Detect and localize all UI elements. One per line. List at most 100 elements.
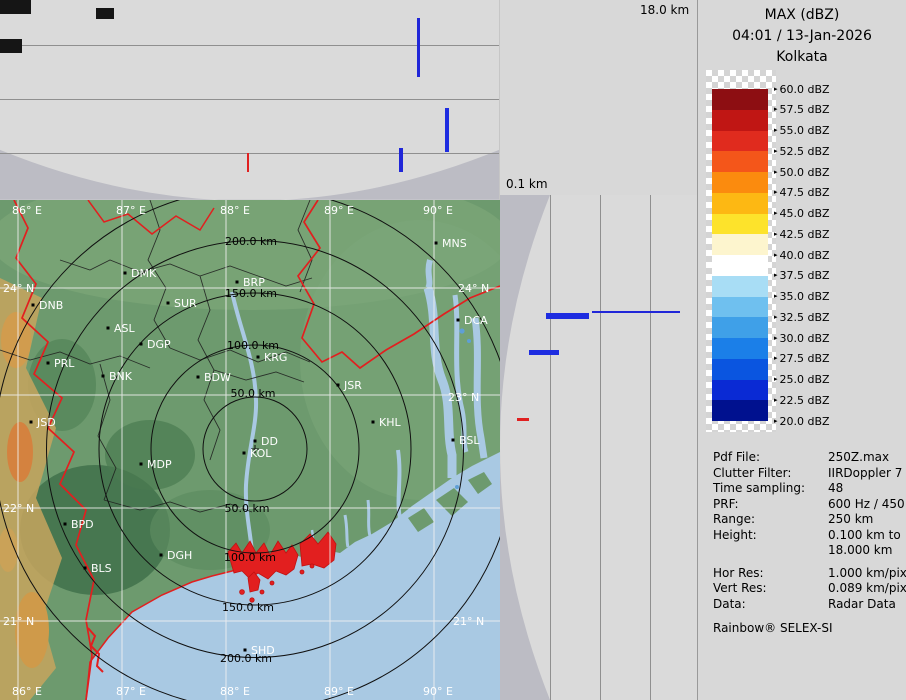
map-canvas: 200.0 km150.0 km100.0 km50.0 km50.0 km10… bbox=[0, 200, 500, 700]
scale-label: ▸55.0 dBZ bbox=[774, 124, 830, 137]
side-height-profile-view[interactable] bbox=[500, 195, 697, 700]
scan-info-block: Pdf File:250Z.maxClutter Filter:IIRDoppl… bbox=[713, 450, 903, 637]
product-title: MAX (dBZ) bbox=[698, 5, 906, 26]
station-dot bbox=[254, 440, 257, 443]
top-height-profile-view[interactable] bbox=[0, 0, 500, 200]
station-dot bbox=[30, 421, 33, 424]
station-dot bbox=[84, 567, 87, 570]
scale-tick-arrow-icon: ▸ bbox=[774, 103, 778, 116]
longitude-label: 90° E bbox=[423, 204, 453, 217]
scale-tick-arrow-icon: ▸ bbox=[774, 269, 778, 282]
scale-tick-arrow-icon: ▸ bbox=[774, 249, 778, 262]
echo-mark-top bbox=[399, 148, 403, 172]
info-label: Range: bbox=[713, 512, 828, 528]
longitude-label: 88° E bbox=[220, 204, 250, 217]
height-gridline bbox=[0, 153, 499, 154]
scale-label: ▸42.5 dBZ bbox=[774, 228, 830, 241]
scale-color-cell bbox=[712, 276, 768, 297]
height-gridline bbox=[0, 45, 499, 46]
latitude-label: 23° N bbox=[448, 391, 479, 404]
info-label: Hor Res: bbox=[713, 566, 828, 582]
latitude-label: 22° N bbox=[3, 502, 34, 515]
station-dot bbox=[124, 272, 127, 275]
echo-mark-side bbox=[529, 350, 559, 355]
latitude-label: 24° N bbox=[3, 282, 34, 295]
scale-color-cell bbox=[712, 234, 768, 255]
beam-coverage-wedge-top bbox=[0, 0, 499, 200]
info-label: Data: bbox=[713, 597, 828, 613]
latitude-label: 21° N bbox=[453, 615, 484, 628]
station-label: SUR bbox=[174, 297, 197, 310]
scale-color-cell bbox=[712, 359, 768, 380]
scale-label: ▸22.5 dBZ bbox=[774, 394, 830, 407]
info-label bbox=[713, 543, 828, 559]
station-dot bbox=[102, 375, 105, 378]
info-row: Clutter Filter:IIRDoppler 7 bbox=[713, 466, 903, 482]
height-gridline bbox=[600, 195, 601, 700]
info-value: 1.000 km/pixel bbox=[828, 566, 906, 582]
station-dot bbox=[337, 384, 340, 387]
station-dot bbox=[47, 362, 50, 365]
radar-app-window: 18.0 km 0.1 km bbox=[0, 0, 906, 700]
station-dot bbox=[64, 523, 67, 526]
longitude-label: 86° E bbox=[12, 204, 42, 217]
scale-label: ▸27.5 dBZ bbox=[774, 352, 830, 365]
info-value: 0.089 km/pixel bbox=[828, 581, 906, 597]
corner-label-box bbox=[0, 0, 31, 14]
station-label: BDW bbox=[204, 371, 231, 384]
info-value: 18.000 km bbox=[828, 543, 892, 559]
info-row: Pdf File:250Z.max bbox=[713, 450, 903, 466]
dbz-color-scale bbox=[712, 89, 768, 421]
scale-color-cell bbox=[712, 193, 768, 214]
info-label: PRF: bbox=[713, 497, 828, 513]
longitude-label: 89° E bbox=[324, 204, 354, 217]
echo-mark-top bbox=[445, 108, 449, 152]
info-label: Vert Res: bbox=[713, 581, 828, 597]
station-dot bbox=[107, 327, 110, 330]
scale-color-cell bbox=[712, 151, 768, 172]
longitude-label: 90° E bbox=[423, 685, 453, 698]
station-dot bbox=[140, 343, 143, 346]
station-dot bbox=[244, 649, 247, 652]
station-label: DMK bbox=[131, 267, 157, 280]
scale-tick-arrow-icon: ▸ bbox=[774, 83, 778, 96]
info-row: Vert Res:0.089 km/pixel bbox=[713, 581, 903, 597]
station-dot bbox=[452, 439, 455, 442]
station-label: BLS bbox=[91, 562, 112, 575]
datetime-label: 04:01 / 13-Jan-2026 bbox=[698, 26, 906, 47]
station-label: MDP bbox=[147, 458, 172, 471]
scale-color-cell bbox=[712, 297, 768, 318]
site-label: Kolkata bbox=[698, 47, 906, 68]
scale-label: ▸20.0 dBZ bbox=[774, 415, 830, 428]
scale-label: ▸32.5 dBZ bbox=[774, 311, 830, 324]
scale-tick-arrow-icon: ▸ bbox=[774, 290, 778, 303]
scale-color-cell bbox=[712, 89, 768, 110]
scale-tick-arrow-icon: ▸ bbox=[774, 394, 778, 407]
info-row: Data:Radar Data bbox=[713, 597, 903, 613]
info-label: Height: bbox=[713, 528, 828, 544]
range-ring-label: 50.0 km bbox=[230, 387, 275, 400]
radar-map-view[interactable]: 200.0 km150.0 km100.0 km50.0 km50.0 km10… bbox=[0, 200, 500, 700]
legend-panel: MAX (dBZ) 04:01 / 13-Jan-2026 Kolkata ▸6… bbox=[697, 0, 906, 700]
latitude-label: 24° N bbox=[458, 282, 489, 295]
longitude-label: 86° E bbox=[12, 685, 42, 698]
scale-label: ▸52.5 dBZ bbox=[774, 145, 830, 158]
longitude-label: 88° E bbox=[220, 685, 250, 698]
scale-label: ▸25.0 dBZ bbox=[774, 373, 830, 386]
station-label: PRL bbox=[54, 357, 75, 370]
station-dot bbox=[197, 376, 200, 379]
station-label: JSR bbox=[343, 379, 362, 392]
scale-tick-arrow-icon: ▸ bbox=[774, 311, 778, 324]
software-brand: Rainbow® SELEX-SI bbox=[713, 621, 903, 637]
station-dot bbox=[257, 356, 260, 359]
station-label: BNK bbox=[109, 370, 133, 383]
scale-label: ▸37.5 dBZ bbox=[774, 269, 830, 282]
station-dot bbox=[243, 452, 246, 455]
height-min-label: 0.1 km bbox=[506, 177, 548, 191]
scale-color-cell bbox=[712, 380, 768, 401]
info-label: Clutter Filter: bbox=[713, 466, 828, 482]
info-value: 0.100 km to bbox=[828, 528, 901, 544]
height-max-label: 18.0 km bbox=[640, 3, 689, 17]
scale-color-cell bbox=[712, 338, 768, 359]
scale-tick-arrow-icon: ▸ bbox=[774, 166, 778, 179]
